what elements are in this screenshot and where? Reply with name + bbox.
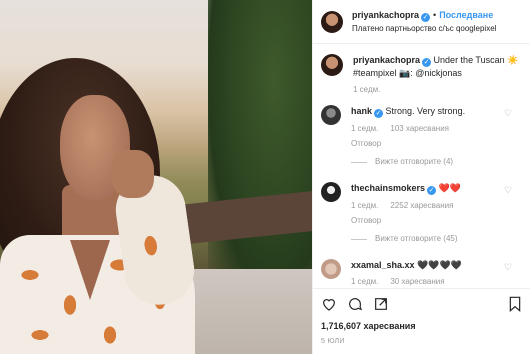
author-username[interactable]: priyankachopra	[352, 10, 419, 20]
comment-item: hank ✓ Strong. Very strong. 1 седм. 103 ха…	[321, 105, 522, 168]
follow-button[interactable]: Последване	[439, 10, 493, 20]
replies-line	[351, 161, 367, 163]
comment-likes[interactable]: 30 харесвания	[390, 277, 444, 286]
caption-avatar[interactable]	[321, 54, 343, 76]
comment-body: hank ✓ Strong. Very strong. 1 седм. 103 ха…	[351, 105, 522, 168]
verified-icon: ✓	[427, 186, 437, 195]
caption-time: 1 седм.	[353, 85, 381, 94]
comment-time: 1 седм.	[351, 277, 379, 286]
comment-icon[interactable]	[347, 296, 363, 312]
heart-icon[interactable]	[321, 296, 337, 312]
view-replies-label: Вижте отговорите (4)	[375, 157, 454, 166]
comment-item: thechainsmokers ✓ ❤️❤️ 1 седм. 2252 харесв…	[321, 182, 522, 245]
comment-avatar[interactable]	[321, 105, 341, 125]
verified-icon: ✓	[421, 12, 431, 22]
sponsor-label[interactable]: Платено партньорство с/ъс qooglepixel	[352, 22, 496, 35]
post-sidebar: priyankachopra ✓ • Последване Платено партн…	[312, 0, 530, 354]
comment-time: 1 седм.	[351, 201, 379, 210]
comment-time: 1 седм.	[351, 124, 379, 133]
author-info: priyankachopra ✓ • Последване Платено партн…	[352, 9, 496, 35]
author-avatar[interactable]	[321, 10, 343, 33]
reply-button[interactable]: Отговор	[351, 138, 522, 150]
reply-button[interactable]: Отговор	[351, 215, 522, 227]
verified-icon: ✓	[422, 58, 432, 67]
action-icons	[321, 295, 522, 313]
comment-username[interactable]: hank	[351, 106, 372, 116]
post-view: priyankachopra ✓ • Последване Платено партн…	[0, 0, 530, 354]
view-replies[interactable]: Вижте отговорите (4)	[351, 156, 522, 168]
comment-username[interactable]: thechainsmokers	[351, 183, 425, 193]
comment-body: thechainsmokers ✓ ❤️❤️ 1 седм. 2252 харесв…	[351, 182, 522, 245]
comment-likes[interactable]: 2252 харесвания	[390, 201, 453, 210]
comments-list[interactable]: priyankachopra ✓ Under the Tuscan ☀️ #tea…	[313, 44, 530, 288]
separator-dot: •	[433, 9, 437, 20]
photo-hand	[112, 150, 154, 198]
photo-tree	[208, 0, 312, 290]
share-icon[interactable]	[373, 296, 389, 312]
caption-username[interactable]: priyankachopra	[353, 55, 420, 65]
comment-avatar[interactable]	[321, 182, 341, 202]
heart-icon[interactable]: ♡	[504, 108, 514, 118]
comment-avatar[interactable]	[321, 259, 341, 279]
comment-text: Strong. Very strong.	[385, 106, 466, 116]
view-replies[interactable]: Вижте отговорите (45)	[351, 233, 522, 245]
comment-text: ❤️❤️	[438, 183, 461, 193]
comment-likes[interactable]: 103 харесвания	[390, 124, 449, 133]
caption-body: priyankachopra ✓ Under the Tuscan ☀️ #tea…	[353, 54, 522, 96]
view-replies-label: Вижте отговорите (45)	[375, 234, 458, 243]
likes-count[interactable]: 1,716,607 харесвания	[321, 321, 522, 331]
bookmark-icon[interactable]	[508, 296, 522, 312]
verified-icon: ✓	[374, 109, 384, 118]
post-photo[interactable]	[0, 0, 312, 354]
post-date[interactable]: 5 ЮЛИ	[321, 338, 522, 345]
heart-icon[interactable]: ♡	[504, 185, 514, 195]
comment-body: xxamal_sha.xx 🖤🖤🖤🖤 1 седм. 30 харесвания	[351, 259, 522, 288]
comment-text: 🖤🖤🖤🖤	[417, 260, 462, 270]
post-actions: 1,716,607 харесвания 5 ЮЛИ	[313, 288, 530, 354]
caption: priyankachopra ✓ Under the Tuscan ☀️ #tea…	[321, 54, 522, 96]
heart-icon[interactable]: ♡	[504, 262, 514, 272]
comment-item: xxamal_sha.xx 🖤🖤🖤🖤 1 седм. 30 харесвания …	[321, 259, 522, 288]
replies-line	[351, 238, 367, 240]
post-header: priyankachopra ✓ • Последване Платено партн…	[313, 0, 530, 44]
comment-username[interactable]: xxamal_sha.xx	[351, 260, 415, 270]
